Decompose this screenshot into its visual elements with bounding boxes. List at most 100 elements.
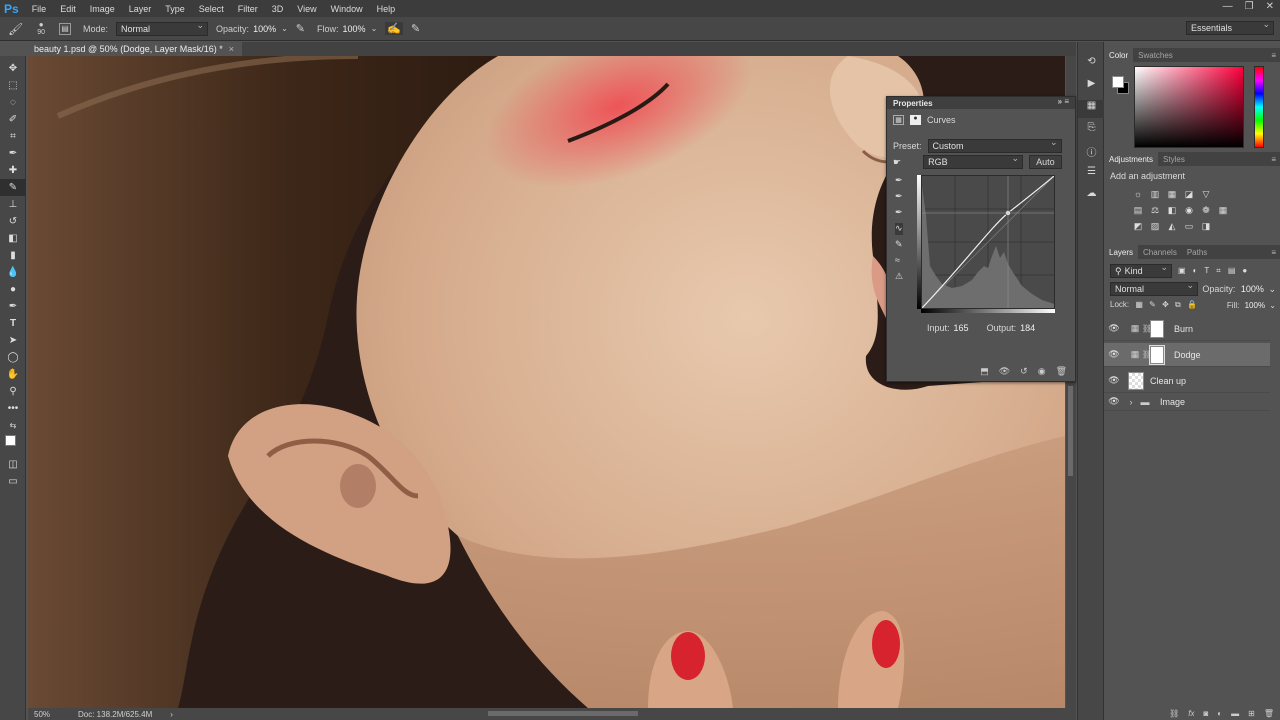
gradient-map-icon[interactable]: ▭ (1183, 220, 1195, 232)
link-chain-icon[interactable]: ⛓ (1142, 350, 1152, 359)
visibility-icon[interactable]: ◉ (1038, 366, 1046, 377)
visibility-eye-icon[interactable]: 👁 (1104, 375, 1124, 386)
threshold-icon[interactable]: ◭ (1166, 220, 1178, 232)
canvas-horizontal-scrollbar[interactable] (488, 711, 638, 716)
color-picker-field[interactable] (1134, 66, 1244, 148)
tab-paths[interactable]: Paths (1182, 245, 1212, 259)
channel-mixer-icon[interactable]: ❁ (1200, 204, 1212, 216)
status-menu-arrow[interactable]: › (170, 710, 173, 719)
delete-layer-icon[interactable]: 🗑 (1264, 709, 1274, 718)
black-point-eyedropper-icon[interactable]: ✒ (895, 175, 903, 187)
tab-channels[interactable]: Channels (1138, 245, 1182, 259)
foreground-swatch[interactable] (1112, 76, 1124, 88)
restore-icon[interactable]: ❐ (1245, 1, 1254, 12)
shape-filter-icon[interactable]: ⌗ (1216, 266, 1221, 276)
visibility-eye-icon[interactable]: 👁 (1104, 349, 1124, 360)
layer-row-dodge[interactable]: 👁 ▦ ⛓ Dodge (1104, 343, 1270, 367)
new-group-icon[interactable]: ▬ (1231, 709, 1239, 718)
brush-tool-icon-active[interactable]: ✎ (0, 179, 26, 196)
add-mask-icon[interactable]: ◙ (1203, 709, 1208, 718)
curves-graph[interactable] (921, 175, 1055, 309)
menu-type[interactable]: Type (158, 4, 192, 14)
tab-color[interactable]: Color (1104, 48, 1134, 62)
pixel-filter-icon[interactable]: ▣ (1178, 266, 1186, 276)
brush-tool-icon[interactable]: 🖌 (8, 22, 23, 36)
quick-mask-icon[interactable]: ◫ (0, 456, 26, 473)
selective-color-icon[interactable]: ◨ (1200, 220, 1212, 232)
history-icon[interactable]: ⟲ (1078, 56, 1105, 74)
menu-select[interactable]: Select (192, 4, 231, 14)
workspace-dropdown[interactable]: Essentials (1186, 19, 1274, 35)
quick-select-tool-icon[interactable]: ✐ (0, 111, 26, 128)
layer-thumbnail[interactable] (1128, 371, 1144, 390)
panel-collapse-icon[interactable]: » ≡ (1058, 97, 1069, 106)
menu-file[interactable]: File (25, 4, 54, 14)
minimize-icon[interactable]: — (1223, 1, 1233, 12)
clone-stamp-tool-icon[interactable]: ⊥ (0, 196, 26, 213)
swap-colors-icon[interactable]: ⇆ (0, 417, 26, 434)
adjust-icon[interactable]: ☰ (1078, 166, 1105, 184)
levels-icon[interactable]: ▥ (1149, 188, 1161, 200)
lock-position-icon[interactable]: ✥ (1162, 300, 1169, 309)
pressure-opacity-icon[interactable]: ✎ (296, 22, 305, 35)
opacity-value[interactable]: 100% (253, 24, 276, 34)
kind-filter-dropdown[interactable]: ⚲ Kind (1110, 262, 1172, 278)
expand-group-icon[interactable]: › (1124, 397, 1138, 407)
menu-window[interactable]: Window (324, 4, 370, 14)
channel-dropdown[interactable]: RGB (923, 153, 1024, 169)
lasso-tool-icon[interactable]: ◌ (0, 94, 26, 111)
photo-filter-icon[interactable]: ◉ (1183, 204, 1195, 216)
dodge-tool-icon[interactable]: ● (0, 281, 26, 298)
opacity-chevron-icon[interactable]: ⌄ (281, 24, 288, 33)
curves-icon[interactable]: ▦ (1166, 188, 1178, 200)
visibility-eye-icon[interactable]: 👁 (1104, 323, 1124, 334)
airbrush-icon[interactable]: ✍ (385, 22, 403, 35)
view-previous-icon[interactable]: 👁 (999, 366, 1010, 377)
tab-adjustments[interactable]: Adjustments (1104, 152, 1159, 166)
output-value[interactable]: 184 (1020, 323, 1035, 333)
eyedropper-tool-icon[interactable]: ✒ (0, 145, 26, 162)
clipping-warning-icon[interactable]: ⚠ (895, 271, 903, 283)
tab-styles[interactable]: Styles (1158, 152, 1190, 166)
menu-view[interactable]: View (290, 4, 323, 14)
flow-value[interactable]: 100% (343, 24, 366, 34)
scroll-thumb[interactable] (1068, 386, 1073, 476)
close-icon[interactable]: ✕ (1266, 1, 1274, 12)
panel-menu-icon[interactable]: ≡ (1271, 51, 1280, 60)
exposure-icon[interactable]: ◪ (1183, 188, 1195, 200)
visibility-eye-icon[interactable]: 👁 (1104, 396, 1124, 407)
screen-mode-icon[interactable]: ▭ (0, 473, 26, 490)
flow-chevron-icon[interactable]: ⌄ (371, 24, 378, 33)
input-value[interactable]: 165 (954, 323, 969, 333)
invert-icon[interactable]: ◩ (1132, 220, 1144, 232)
pressure-size-icon[interactable]: ✎ (411, 22, 420, 35)
smooth-curve-icon[interactable]: ≈ (895, 255, 903, 267)
more-tools-icon[interactable]: ••• (0, 400, 26, 417)
filter-toggle-icon[interactable]: ● (1242, 266, 1247, 276)
mode-dropdown[interactable]: Normal (116, 20, 209, 36)
hue-saturation-icon[interactable]: ▤ (1132, 204, 1144, 216)
hue-slider[interactable] (1254, 66, 1264, 148)
path-selection-tool-icon[interactable]: ➤ (0, 332, 26, 349)
zoom-level[interactable]: 50% (28, 710, 64, 719)
opacity-chevron-icon[interactable]: ⌄ (1268, 284, 1276, 294)
info-icon[interactable]: ⓘ (1078, 144, 1105, 162)
delete-icon[interactable]: 🗑 (1056, 366, 1067, 377)
panel-menu-icon[interactable]: ≡ (1271, 155, 1280, 164)
pen-tool-icon[interactable]: ✒ (0, 298, 26, 315)
mask-icon[interactable]: ● (910, 115, 921, 125)
tab-layers[interactable]: Layers (1104, 245, 1139, 259)
libraries-icon[interactable]: ⎘ (1078, 122, 1105, 140)
eraser-tool-icon[interactable]: ◧ (0, 230, 26, 247)
menu-layer[interactable]: Layer (122, 4, 159, 14)
foreground-color-swatch[interactable] (5, 435, 16, 446)
layer-opacity-value[interactable]: 100% (1241, 284, 1264, 294)
adjustment-filter-icon[interactable]: ◐ (1193, 266, 1198, 276)
cc-libraries-icon[interactable]: ☁ (1078, 188, 1105, 206)
color-swatches[interactable] (0, 434, 26, 456)
new-layer-icon[interactable]: ⊞ (1248, 709, 1255, 718)
link-chain-icon[interactable]: ⛓ (1142, 324, 1152, 333)
lock-artboard-icon[interactable]: ⧉ (1175, 300, 1181, 309)
blend-mode-dropdown[interactable]: Normal (1110, 280, 1198, 296)
pencil-curve-icon[interactable]: ✎ (895, 239, 903, 251)
